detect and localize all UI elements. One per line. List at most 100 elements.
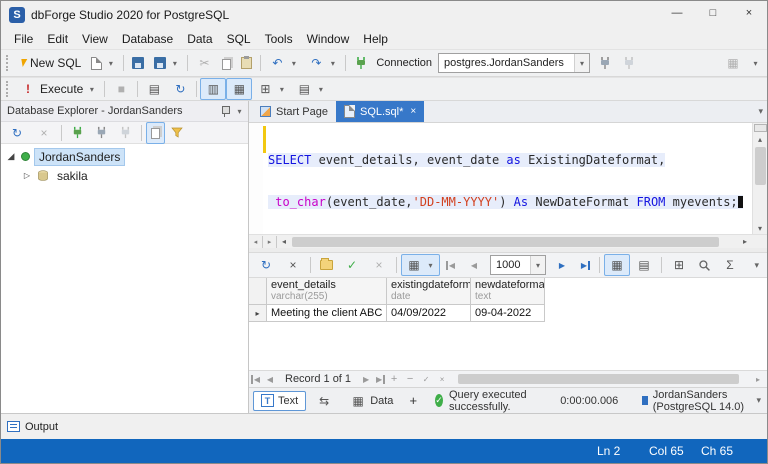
new-sql-button[interactable]: New SQL — [15, 52, 86, 74]
column-header[interactable]: newdateformat text — [471, 278, 545, 305]
refresh-results-button[interactable]: ↻ — [253, 254, 279, 276]
expander-icon[interactable]: ▷ — [21, 171, 33, 180]
compare-button[interactable]: ▦ — [720, 52, 746, 74]
find-button[interactable] — [693, 254, 716, 276]
new-connection-button[interactable] — [66, 122, 89, 144]
scrollbar-thumb[interactable] — [292, 237, 719, 247]
splitter-grip-icon[interactable]: ▸ — [263, 236, 277, 248]
swap-views-button[interactable]: ⇆ — [308, 391, 340, 411]
copy-button[interactable] — [217, 52, 236, 74]
next-page-button[interactable]: ▶ — [550, 254, 574, 276]
splitter-grip-icon[interactable]: ◂ — [249, 236, 263, 248]
menu-database[interactable]: Database — [115, 29, 180, 49]
grid-cell[interactable]: Meeting the client ABC — [267, 305, 387, 322]
query-history-button[interactable]: ↻ — [167, 78, 193, 100]
row-marker-icon[interactable]: ▸ — [249, 305, 267, 322]
rollback-button[interactable]: × — [366, 254, 392, 276]
column-header[interactable]: existingdateformat date — [387, 278, 471, 305]
commit-edit-icon[interactable]: ✓ — [419, 375, 433, 384]
redo-button[interactable]: ↷▾ — [303, 52, 342, 74]
toolbar-options-button[interactable]: ▾ — [746, 52, 765, 74]
connect-button[interactable] — [593, 52, 617, 74]
filter-button[interactable] — [166, 122, 188, 144]
results-layout-toggle[interactable]: ▥ — [200, 78, 226, 100]
close-button[interactable]: × — [731, 1, 767, 25]
pin-icon[interactable] — [220, 105, 230, 117]
scroll-right-icon[interactable]: ▸ — [751, 375, 765, 384]
grid-data-row[interactable]: ▸ Meeting the client ABC 04/09/2022 09-0… — [249, 305, 767, 322]
results-position-toggle[interactable]: ▦ — [226, 78, 252, 100]
tree-node-connection[interactable]: ◢ JordanSanders — [1, 147, 248, 166]
minimize-button[interactable]: — — [659, 1, 695, 25]
previous-record-icon[interactable]: ◀ — [263, 375, 277, 384]
card-view-button[interactable]: ▤ — [631, 254, 657, 276]
connection-combobox[interactable]: postgres.JordanSanders ▾ — [438, 53, 590, 73]
tab-sql-document[interactable]: SQL.sql* × — [336, 101, 424, 122]
disconnect-button[interactable] — [617, 52, 641, 74]
menu-data[interactable]: Data — [180, 29, 219, 49]
scroll-right-icon[interactable]: ▸ — [738, 237, 752, 246]
tab-text-view[interactable]: T Text — [253, 391, 306, 411]
status-chevron-icon[interactable]: ▾ — [756, 395, 763, 406]
page-size-combobox[interactable]: 1000 ▾ — [490, 255, 546, 275]
delete-button[interactable]: × — [31, 122, 57, 144]
new-document-dropdown[interactable]: ▾ — [86, 52, 120, 74]
last-page-button[interactable]: ▶ — [575, 254, 595, 276]
cut-button[interactable]: ✂ — [191, 52, 217, 74]
stop-button[interactable]: ■ — [108, 78, 134, 100]
connection-dropdown-button[interactable]: ▾ — [574, 54, 589, 72]
expander-icon[interactable]: ◢ — [5, 151, 17, 162]
menu-help[interactable]: Help — [356, 29, 395, 49]
tab-data-view[interactable]: ▦ Data — [342, 391, 401, 411]
add-view-button[interactable]: + — [403, 391, 423, 411]
cancel-button[interactable]: × — [280, 254, 306, 276]
editor-vertical-scrollbar[interactable]: ▴ ▾ — [752, 123, 767, 234]
menu-view[interactable]: View — [75, 29, 115, 49]
next-record-icon[interactable]: ▶ — [359, 375, 373, 384]
save-all-button[interactable]: ▾ — [149, 52, 184, 74]
tree-node-label[interactable]: sakila — [53, 168, 92, 184]
last-record-icon[interactable]: ▶ — [375, 375, 385, 384]
refresh-button[interactable]: ↻ — [4, 122, 30, 144]
menu-file[interactable]: File — [7, 29, 40, 49]
group-objects-toggle[interactable] — [146, 122, 165, 144]
panel-menu-icon[interactable]: ▾ — [235, 107, 244, 116]
export-data-button[interactable] — [315, 254, 338, 276]
grid-hscroll-track[interactable] — [457, 373, 749, 385]
toolbar-grip[interactable] — [6, 81, 11, 97]
menu-sql[interactable]: SQL — [220, 29, 258, 49]
tab-start-page[interactable]: Start Page — [252, 101, 336, 122]
execute-button[interactable]: ! Execute ▾ — [15, 78, 101, 100]
output-panel-bar[interactable]: Output — [1, 413, 767, 439]
tab-close-icon[interactable]: × — [410, 106, 416, 117]
delete-record-icon[interactable]: − — [403, 373, 417, 385]
undo-button[interactable]: ↶▾ — [264, 52, 303, 74]
connect-button[interactable] — [90, 122, 113, 144]
first-page-button[interactable]: ◀ — [441, 254, 461, 276]
toolbar-grip[interactable] — [6, 55, 11, 71]
new-connection-button[interactable] — [349, 52, 373, 74]
editor-split-handle[interactable] — [754, 124, 767, 132]
column-header[interactable]: event_details varchar(255) — [267, 278, 387, 305]
cancel-edit-icon[interactable]: × — [435, 375, 449, 384]
grid-cell[interactable]: 09-04-2022 — [471, 305, 545, 322]
first-record-icon[interactable]: ◀ — [251, 375, 261, 384]
append-record-icon[interactable]: + — [387, 373, 401, 385]
pivot-button[interactable]: ⊞ — [666, 254, 692, 276]
paste-button[interactable] — [236, 52, 257, 74]
sql-editor[interactable]: SELECT event_details, event_date as Exis… — [249, 122, 767, 234]
tree-node-label[interactable]: JordanSanders — [34, 148, 125, 166]
commit-button[interactable]: ✓ — [339, 254, 365, 276]
code-area[interactable]: SELECT event_details, event_date as Exis… — [268, 125, 751, 234]
scrollbar-track[interactable] — [291, 236, 738, 248]
grid-cell[interactable]: 04/09/2022 — [387, 305, 471, 322]
scroll-down-icon[interactable]: ▾ — [758, 222, 762, 234]
window-layout-button[interactable]: ▤▾ — [291, 78, 330, 100]
menu-tools[interactable]: Tools — [258, 29, 300, 49]
paging-mode-toggle[interactable]: ▦▾ — [401, 254, 440, 276]
maximize-button[interactable]: □ — [695, 1, 731, 25]
aggregates-button[interactable]: Σ — [717, 254, 743, 276]
menu-window[interactable]: Window — [300, 29, 357, 49]
save-button[interactable] — [127, 52, 149, 74]
tab-list-chevron-icon[interactable]: ▾ — [758, 106, 767, 117]
